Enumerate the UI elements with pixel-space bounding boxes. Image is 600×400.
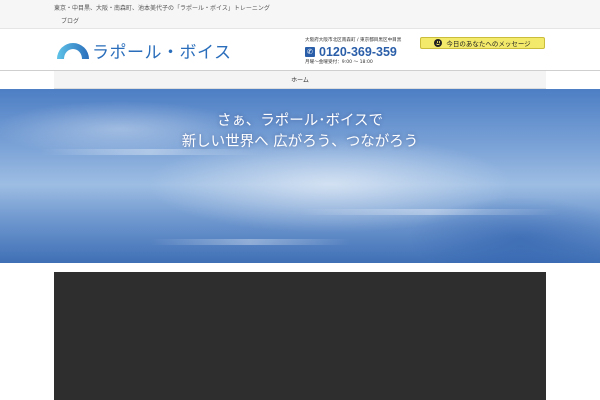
smile-icon xyxy=(434,39,443,47)
contact-info: 大阪府大阪市北区南森町 / 東京都目黒区中目黒 ✆ 0120-369-359 月… xyxy=(305,38,420,72)
phone-icon: ✆ xyxy=(305,47,315,57)
hero-line-1: さぁ、ラポール･ボイスで xyxy=(216,113,384,129)
logo-text: ラポール・ボイス xyxy=(92,43,232,63)
blog-link[interactable]: ブログ xyxy=(61,16,79,25)
sky-streak xyxy=(300,209,560,215)
daily-message-button[interactable]: 今日のあなたへのメッセージ xyxy=(420,37,545,49)
phone-number[interactable]: 0120-369-359 xyxy=(319,45,397,59)
video-player[interactable] xyxy=(54,272,546,400)
hero-headline: さぁ、ラポール･ボイスで 新しい世界へ 広がろう、つながろう xyxy=(0,111,600,153)
nav-item-home[interactable]: ホーム xyxy=(291,75,309,84)
sky-streak xyxy=(150,239,350,245)
hero-line-2: 新しい世界へ 広がろう、つながろう xyxy=(181,134,419,150)
site-tagline: 東京・中目黒、大阪・南森町、池本美代子の「ラポール・ボイス」トレーニング xyxy=(54,5,270,12)
hero-banner: さぁ、ラポール･ボイスで 新しい世界へ 広がろう、つながろう xyxy=(0,89,600,263)
address-text: 大阪府大阪市北区南森町 / 東京都目黒区中目黒 xyxy=(305,38,402,43)
main-nav: ホーム xyxy=(54,71,546,89)
phone-row[interactable]: ✆ 0120-369-359 xyxy=(305,45,420,59)
daily-message-label: 今日のあなたへのメッセージ xyxy=(446,40,531,48)
business-hours: 月曜〜金曜受付：9:00 〜 18:00 xyxy=(305,60,373,65)
site-header: ラポール・ボイス 大阪府大阪市北区南森町 / 東京都目黒区中目黒 ✆ 0120-… xyxy=(0,28,600,71)
arc-logo-icon xyxy=(57,43,89,59)
top-bar: 東京・中目黒、大阪・南森町、池本美代子の「ラポール・ボイス」トレーニング ブログ xyxy=(0,0,600,28)
site-logo[interactable]: ラポール・ボイス xyxy=(55,37,231,63)
